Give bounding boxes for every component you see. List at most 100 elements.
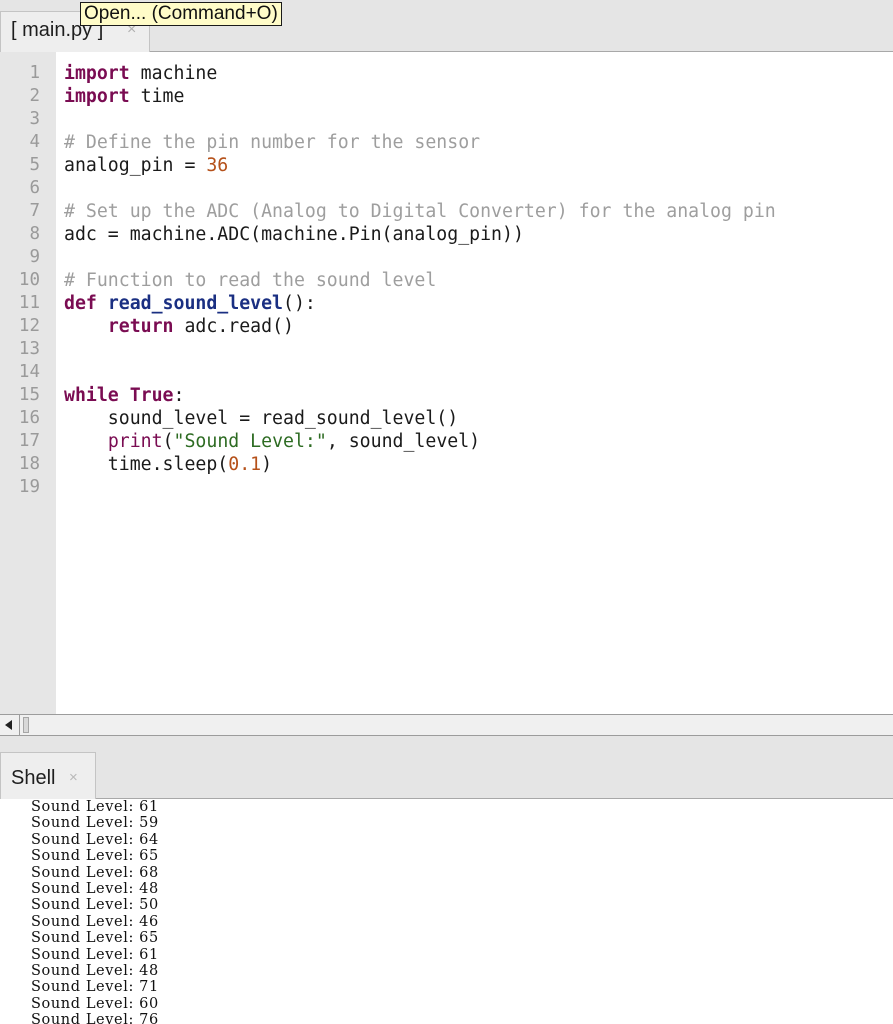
horizontal-scrollbar[interactable] xyxy=(0,714,893,736)
code-token: (): xyxy=(283,293,316,314)
shell-output-line: Sound Level: 65 xyxy=(31,930,159,946)
shell-line-value: 61 xyxy=(139,946,159,963)
line-number: 12 xyxy=(18,316,40,336)
shell-line-prefix: Sound Level: xyxy=(31,881,134,897)
tab-close-icon[interactable]: × xyxy=(69,769,78,786)
shell-line-prefix: Sound Level: xyxy=(31,815,134,832)
code-line[interactable]: print("Sound Level:", sound_level) xyxy=(64,430,480,453)
shell-line-value: 65 xyxy=(139,848,159,865)
scrollbar-thumb[interactable] xyxy=(23,717,29,733)
shell-line-value: 59 xyxy=(139,815,159,832)
scrollbar-track[interactable] xyxy=(20,715,893,735)
shell-line-prefix: Sound Level: xyxy=(31,946,134,963)
shell-line-prefix: Sound Level: xyxy=(31,963,134,979)
line-number: 10 xyxy=(18,270,40,290)
code-line[interactable]: sound_level = read_sound_level() xyxy=(64,407,458,430)
shell-line-prefix: Sound Level: xyxy=(31,979,134,996)
shell-line-value: 76 xyxy=(139,1012,159,1024)
code-line[interactable]: import time xyxy=(64,85,184,108)
code-token: time.sleep( xyxy=(64,454,229,475)
shell-output-line: Sound Level: 71 xyxy=(31,979,159,995)
shell-line-value: 71 xyxy=(139,979,159,996)
code-line[interactable]: # Define the pin number for the sensor xyxy=(64,131,480,154)
pane-splitter[interactable] xyxy=(0,736,893,748)
code-token: print xyxy=(107,431,163,452)
code-token: ( xyxy=(162,431,174,452)
shell-line-value: 65 xyxy=(139,930,159,947)
line-number: 9 xyxy=(29,247,40,267)
line-number: 8 xyxy=(29,224,40,244)
shell-line-prefix: Sound Level: xyxy=(31,930,134,947)
triangle-left-icon[interactable] xyxy=(0,715,20,735)
code-token: ) xyxy=(261,454,273,475)
code-token: sound_level = read_sound_level() xyxy=(64,408,459,429)
code-line[interactable]: return adc.read() xyxy=(64,315,294,338)
line-number: 19 xyxy=(18,477,40,497)
code-token: True xyxy=(129,385,174,406)
code-line[interactable]: def read_sound_level(): xyxy=(64,292,316,315)
line-number: 11 xyxy=(18,293,40,313)
code-line[interactable]: analog_pin = 36 xyxy=(64,154,228,177)
line-number-gutter: 1 2 3 4 5 6 7 8 9 10 11 12 13 14 15 16 17 18 19 xyxy=(0,52,56,714)
code-token: : xyxy=(173,385,185,406)
tab-shell[interactable]: Shell × xyxy=(0,752,96,799)
shell-line-prefix: Sound Level: xyxy=(31,1012,134,1024)
code-token: machine xyxy=(129,63,218,84)
code-line[interactable]: adc = machine.ADC(machine.Pin(analog_pin… xyxy=(64,223,524,246)
shell-output-line: Sound Level: 65 xyxy=(31,848,159,864)
shell-line-value: 64 xyxy=(139,831,159,848)
line-number: 7 xyxy=(29,201,40,221)
code-token: 36 xyxy=(206,155,229,176)
shell-output-line: Sound Level: 50 xyxy=(31,897,159,913)
shell-line-prefix: Sound Level: xyxy=(31,799,134,815)
shell-line-value: 61 xyxy=(139,799,159,815)
code-token: adc.read() xyxy=(173,316,294,337)
code-line[interactable]: import machine xyxy=(64,62,217,85)
shell-line-prefix: Sound Level: xyxy=(31,864,134,881)
code-token: import xyxy=(64,63,130,84)
line-number: 16 xyxy=(18,408,40,428)
shell-line-prefix: Sound Level: xyxy=(31,913,134,930)
code-token: , sound_level) xyxy=(326,431,481,452)
code-token: return xyxy=(107,316,174,337)
shell-output-line: Sound Level: 48 xyxy=(31,881,159,897)
shell-line-value: 50 xyxy=(139,897,159,914)
shell-line-prefix: Sound Level: xyxy=(31,848,134,865)
code-token: time xyxy=(129,86,185,107)
shell-output-line: Sound Level: 46 xyxy=(31,914,159,930)
shell-output-line: Sound Level: 59 xyxy=(31,815,159,831)
shell-tab-bar: Shell × xyxy=(0,748,893,799)
code-line[interactable]: # Function to read the sound level xyxy=(64,269,436,292)
shell-output[interactable]: Sound Level: 61 Sound Level: 59 Sound Leve… xyxy=(0,799,893,1024)
code-token: # Set up the ADC (Analog to Digital Conv… xyxy=(64,201,776,222)
line-number: 1 xyxy=(29,63,40,83)
shell-output-line: Sound Level: 48 xyxy=(31,963,159,979)
code-token: analog_pin = xyxy=(64,155,207,176)
line-number: 17 xyxy=(18,431,40,451)
shell-line-value: 48 xyxy=(139,963,159,979)
shell-output-line: Sound Level: 61 xyxy=(31,947,159,963)
line-number: 15 xyxy=(18,385,40,405)
shell-output-line: Sound Level: 64 xyxy=(31,832,159,848)
line-number: 6 xyxy=(29,178,40,198)
code-token: read_sound_level xyxy=(107,293,284,314)
code-token: while xyxy=(64,385,119,406)
line-number: 14 xyxy=(18,362,40,382)
code-token: "Sound Level:" xyxy=(173,431,327,452)
line-number: 2 xyxy=(29,86,40,106)
code-editor[interactable]: 1 2 3 4 5 6 7 8 9 10 11 12 13 14 15 16 17 18 19 import mac… xyxy=(0,52,893,714)
shell-line-value: 46 xyxy=(139,913,159,930)
shell-output-line: Sound Level: 68 xyxy=(31,865,159,881)
line-number: 13 xyxy=(18,339,40,359)
line-number: 18 xyxy=(18,454,40,474)
code-line[interactable]: time.sleep(0.1) xyxy=(64,453,272,476)
code-line[interactable]: while True: xyxy=(64,384,184,407)
code-token: def xyxy=(64,293,97,314)
shell-output-line: Sound Level: 76 xyxy=(31,1012,159,1024)
shell-line-value: 60 xyxy=(139,995,159,1012)
code-line[interactable]: # Set up the ADC (Analog to Digital Conv… xyxy=(64,200,776,223)
line-number: 4 xyxy=(29,132,40,152)
code-token: # Define the pin number for the sensor xyxy=(64,132,481,153)
